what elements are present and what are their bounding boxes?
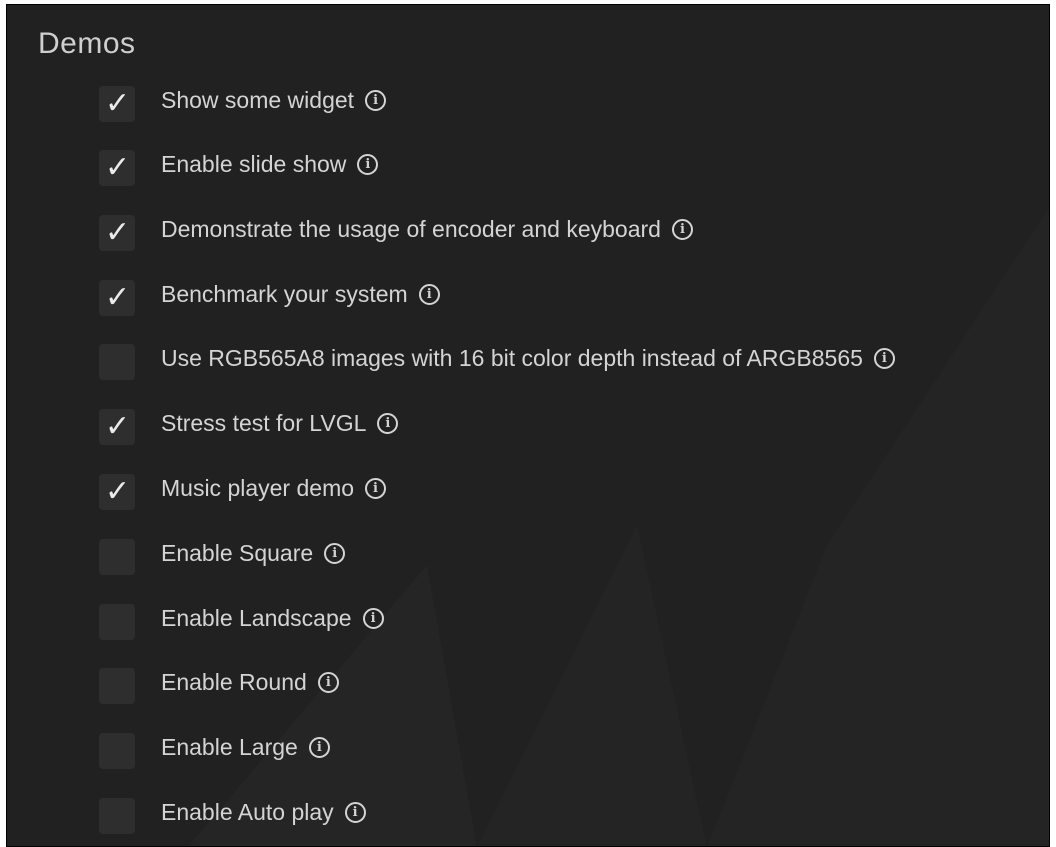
option-label: Benchmark your system [161,280,408,307]
option-label: Demonstrate the usage of encoder and key… [161,215,661,242]
option-benchmark[interactable]: ✓ Benchmark your system i [99,278,1039,318]
checkmark-icon: ✓ [105,86,131,121]
info-icon[interactable]: i [418,283,440,305]
info-icon[interactable]: i [344,801,366,823]
checkbox[interactable]: ✓ [99,215,135,251]
option-enable-round[interactable]: Enable Round i [99,666,1039,706]
option-label: Show some widget [161,86,355,113]
checkbox[interactable]: ✓ [99,409,135,445]
info-icon[interactable]: i [873,347,895,369]
option-enable-large[interactable]: Enable Large i [99,731,1039,771]
checkbox[interactable] [99,668,135,704]
checkbox[interactable] [99,733,135,769]
option-music-player[interactable]: ✓ Music player demo i [99,472,1039,512]
option-enable-slide-show[interactable]: ✓ Enable slide show i [99,148,1039,188]
option-label: Enable Round [161,668,307,695]
info-icon[interactable]: i [671,218,693,240]
option-stress-test[interactable]: ✓ Stress test for LVGL i [99,407,1039,447]
option-enable-landscape[interactable]: Enable Landscape i [99,602,1039,642]
checkmark-icon: ✓ [105,150,131,185]
option-label: Enable slide show [161,150,347,177]
option-enable-auto-play[interactable]: Enable Auto play i [99,796,1039,836]
info-icon[interactable]: i [365,89,387,111]
info-icon[interactable]: i [362,607,384,629]
option-show-some-widget[interactable]: ✓ Show some widget i [99,84,1039,124]
option-label: Enable Large [161,733,298,760]
section-title: Demos [38,27,136,60]
checkmark-icon: ✓ [105,215,131,250]
option-rgb565a8-images[interactable]: Use RGB565A8 images with 16 bit color de… [99,342,1039,382]
option-label: Music player demo [161,474,355,501]
checkmark-icon: ✓ [105,409,131,444]
info-icon[interactable]: i [357,153,379,175]
info-icon[interactable]: i [365,477,387,499]
checkmark-icon: ✓ [105,280,131,315]
info-icon[interactable]: i [317,671,339,693]
checkbox[interactable]: ✓ [99,86,135,122]
demos-settings-panel: Demos ✓ Show some widget i ✓ Enable slid… [6,4,1050,847]
checkbox[interactable] [99,539,135,575]
option-label: Enable Landscape [161,604,352,631]
option-encoder-keyboard[interactable]: ✓ Demonstrate the usage of encoder and k… [99,213,1039,253]
checkbox[interactable] [99,798,135,834]
checkbox[interactable] [99,344,135,380]
checkbox[interactable]: ✓ [99,280,135,316]
option-label: Enable Square [161,539,314,566]
checkbox[interactable]: ✓ [99,150,135,186]
info-icon[interactable]: i [324,542,346,564]
checkmark-icon: ✓ [105,474,131,509]
checkbox[interactable]: ✓ [99,474,135,510]
option-enable-square[interactable]: Enable Square i [99,537,1039,577]
checkbox[interactable] [99,604,135,640]
info-icon[interactable]: i [308,736,330,758]
option-label: Stress test for LVGL [161,409,367,436]
option-label: Enable Auto play [161,798,334,825]
option-label: Use RGB565A8 images with 16 bit color de… [161,344,863,371]
info-icon[interactable]: i [377,412,399,434]
